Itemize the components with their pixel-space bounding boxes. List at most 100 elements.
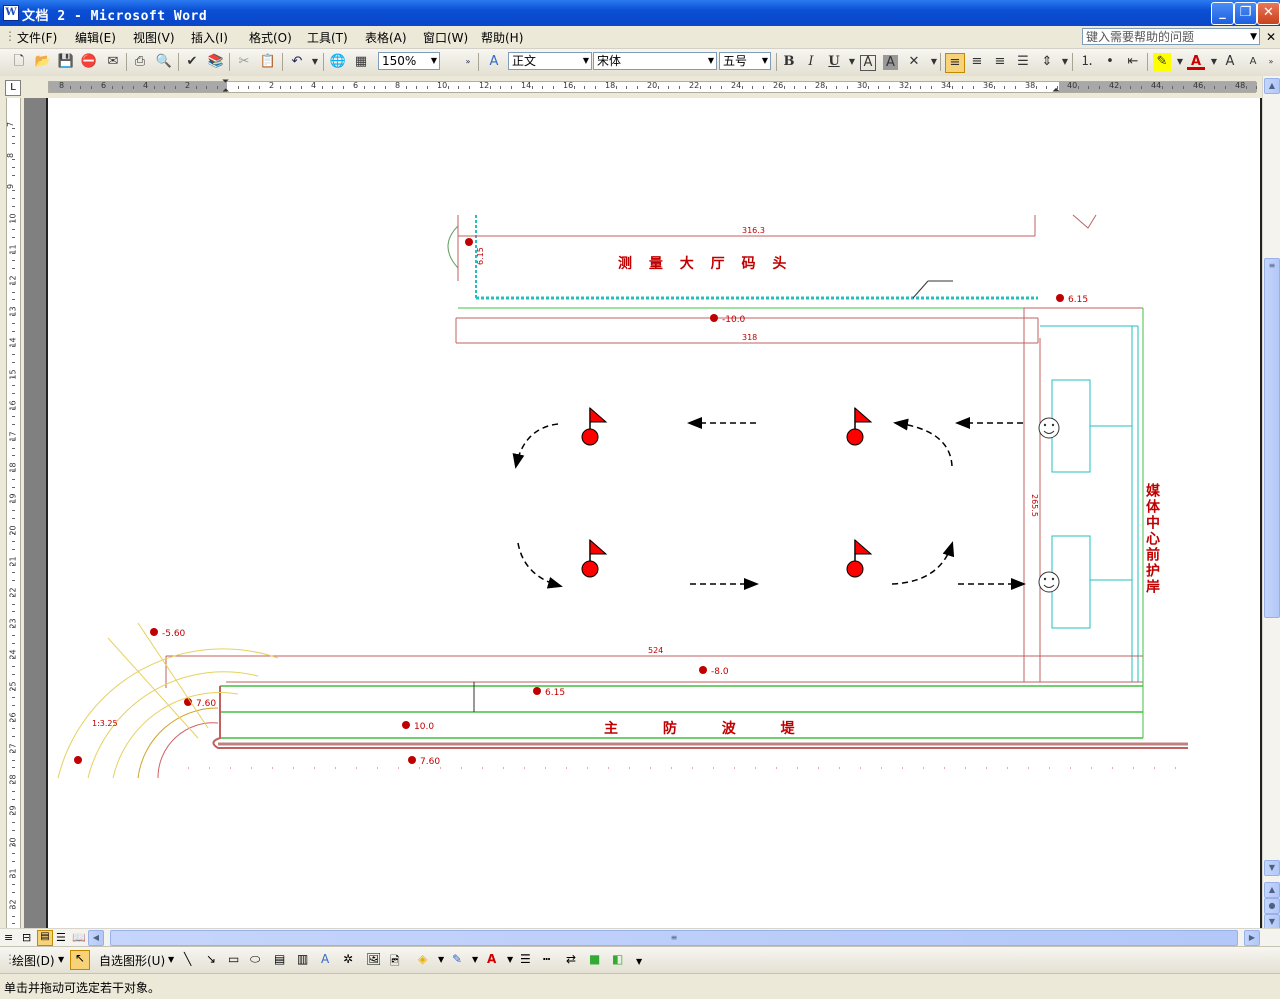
bullets-icon[interactable]: • — [1101, 53, 1119, 71]
smiley-icon[interactable] — [1038, 417, 1060, 439]
spelling-icon[interactable]: ✔ — [183, 53, 201, 71]
harbor-drawing[interactable]: 316.3 318 测 量 大 厅 码 头 6.15 6.15 -10.0 -8… — [48, 98, 1262, 928]
web-view-icon[interactable]: ⊟ — [22, 931, 31, 944]
normal-view-icon[interactable]: ≡ — [4, 931, 13, 944]
rectangle-tool-icon[interactable]: ▭ — [228, 952, 239, 966]
textbox-tool-icon[interactable]: ▤ — [274, 952, 285, 966]
autoshapes-dropdown-icon[interactable]: ▼ — [168, 955, 174, 964]
hyperlink-icon[interactable]: 🌐 — [329, 53, 347, 71]
word-doc-icon[interactable]: W — [3, 5, 19, 21]
bold-button[interactable]: B — [780, 53, 798, 71]
arrow-style-icon[interactable]: ⇄ — [566, 952, 576, 966]
insert-table-icon[interactable]: ▦ — [352, 53, 370, 71]
undo-dropdown-icon[interactable]: ▼ — [306, 53, 324, 71]
drawbar-options-icon[interactable]: ▼ — [636, 957, 642, 966]
red-flag-icon[interactable] — [581, 538, 608, 578]
prev-page-icon[interactable]: ▲ — [1264, 882, 1280, 898]
print-preview-icon[interactable]: 🔍 — [155, 53, 173, 71]
line-spacing-icon[interactable]: ⇕ — [1038, 53, 1056, 71]
arrow-tool-icon[interactable]: ↘ — [206, 952, 216, 966]
tab-selector-icon[interactable]: L — [5, 80, 21, 96]
char-border-button[interactable]: A — [860, 55, 876, 71]
underline-button[interactable]: U — [825, 53, 843, 71]
clipart-icon[interactable]: 🖼 — [366, 952, 381, 966]
italic-button[interactable]: I — [802, 53, 820, 71]
autoshapes-menu-button[interactable]: 自选图形(U) — [99, 952, 165, 969]
dash-style-icon[interactable]: ┅ — [543, 952, 550, 966]
font-color-icon[interactable]: A — [1187, 53, 1205, 70]
shrink-font-icon[interactable]: A — [1244, 53, 1262, 71]
hscroll-thumb[interactable]: ≡ — [110, 930, 1238, 946]
line-color-dropdown-icon[interactable]: ▼ — [472, 955, 478, 964]
scroll-down-icon[interactable]: ▼ — [1264, 860, 1280, 876]
scroll-left-icon[interactable]: ◀ — [88, 930, 104, 946]
scroll-right-icon[interactable]: ▶ — [1244, 930, 1260, 946]
oval-tool-icon[interactable]: ⬭ — [250, 952, 260, 967]
horizontal-ruler[interactable]: L 8 6 4 2 2 4 6 8 10 12 14 16 18 20 22 24 26 28 30 32 34 36 38… — [0, 76, 1280, 99]
dashed-arrow-icon[interactable] — [517, 542, 563, 589]
paste-icon[interactable]: 📋 — [259, 53, 277, 71]
select-objects-icon[interactable]: ↖ — [70, 950, 90, 970]
menu-file[interactable]: 文件(F) — [17, 29, 57, 46]
draw-dropdown-icon[interactable]: ▼ — [58, 955, 64, 964]
toolbar-options-icon[interactable]: » — [463, 53, 473, 71]
line-style-icon[interactable]: ☰ — [520, 952, 531, 966]
vertical-textbox-icon[interactable]: ▥ — [297, 952, 308, 966]
browse-object-icon[interactable]: ● — [1264, 898, 1280, 914]
print-layout-icon[interactable]: ▤ — [37, 930, 53, 946]
document-page[interactable]: 316.3 318 测 量 大 厅 码 头 6.15 6.15 -10.0 -8… — [46, 98, 1262, 928]
font-select[interactable]: 宋体 ▼ — [593, 52, 717, 70]
menu-view[interactable]: 视图(V) — [133, 29, 175, 46]
menu-help[interactable]: 帮助(H) — [481, 29, 523, 46]
vertical-ruler-scale[interactable]: 7 8 9 10 11 12 13 14 15 16 17 18 19 20 21 22 23 24 25 26 27 2… — [6, 98, 21, 928]
restore-button[interactable]: ❐ — [1234, 2, 1257, 25]
scroll-thumb[interactable]: ≡ — [1264, 258, 1280, 618]
highlight-icon[interactable]: ✎ — [1153, 53, 1171, 71]
drawing-font-color-dropdown-icon[interactable]: ▼ — [507, 955, 513, 964]
undo-icon[interactable]: ↶ — [288, 53, 306, 71]
fill-color-icon[interactable]: ◈ — [418, 952, 427, 966]
menu-format[interactable]: 格式(O) — [249, 29, 292, 46]
vertical-scrollbar[interactable]: ▲ ≡ ▼ ▲ ● ▼ — [1262, 76, 1280, 930]
shadow-style-icon[interactable]: ■ — [589, 952, 600, 966]
diagram-icon[interactable]: ✲ — [343, 952, 353, 966]
dropdown-arrow-icon[interactable]: ▼ — [1250, 29, 1257, 46]
menu-edit[interactable]: 编辑(E) — [75, 29, 116, 46]
numbering-icon[interactable]: ⒈ — [1078, 53, 1096, 71]
vertical-ruler[interactable]: 7 8 9 10 11 12 13 14 15 16 17 18 19 20 21 22 23 24 25 26 27 2… — [0, 98, 24, 928]
align-right-button[interactable]: ≡ — [991, 53, 1009, 71]
char-scale-icon[interactable]: ✕ — [905, 53, 923, 71]
fill-color-dropdown-icon[interactable]: ▼ — [438, 955, 444, 964]
align-center-button[interactable]: ≡ — [968, 53, 986, 71]
red-flag-icon[interactable] — [581, 406, 608, 446]
justify-button[interactable]: ☰ — [1014, 53, 1032, 71]
horizontal-scrollbar[interactable]: ≡ ⊟ ▤ ☰ 📖 ◀ ≡ ▶ — [0, 928, 1280, 947]
close-button[interactable]: ✕ — [1257, 2, 1280, 25]
save-icon[interactable]: 💾 — [57, 53, 75, 71]
dashed-arrow-icon[interactable] — [891, 541, 955, 585]
decrease-indent-icon[interactable]: ⇤ — [1124, 53, 1142, 71]
dashed-arrow-icon[interactable] — [893, 418, 953, 467]
menu-table[interactable]: 表格(A) — [365, 29, 407, 46]
toolbar-overflow-icon[interactable]: » — [1266, 53, 1276, 71]
styles-icon[interactable]: A — [485, 53, 503, 71]
align-left-button[interactable]: ≡ — [945, 53, 965, 73]
reading-view-icon[interactable]: 📖 — [72, 931, 86, 944]
font-size-select[interactable]: 五号 ▼ — [719, 52, 771, 70]
new-doc-icon[interactable]: 🗋 — [10, 53, 28, 71]
right-indent-marker-icon[interactable]: ⏶ — [1052, 85, 1060, 96]
print-icon[interactable]: ⎙ — [131, 53, 149, 71]
indent-marker-icon[interactable]: ⏷ ⏶ — [222, 78, 232, 96]
menu-window[interactable]: 窗口(W) — [423, 29, 468, 46]
dashed-arrow-icon[interactable] — [512, 423, 559, 469]
draw-menu-button[interactable]: 绘图(D) — [12, 952, 55, 969]
char-shading-button[interactable]: A — [883, 55, 898, 70]
cut-icon[interactable]: ✂ — [235, 53, 253, 71]
permission-icon[interactable]: ⛔ — [80, 53, 98, 71]
grow-font-icon[interactable]: A — [1221, 53, 1239, 71]
3d-style-icon[interactable]: ◧ — [612, 952, 623, 966]
style-select[interactable]: 正文 ▼ — [508, 52, 592, 70]
red-flag-icon[interactable] — [846, 406, 873, 446]
outline-view-icon[interactable]: ☰ — [56, 931, 66, 944]
help-search-input[interactable]: 键入需要帮助的问题 ▼ — [1082, 28, 1260, 45]
